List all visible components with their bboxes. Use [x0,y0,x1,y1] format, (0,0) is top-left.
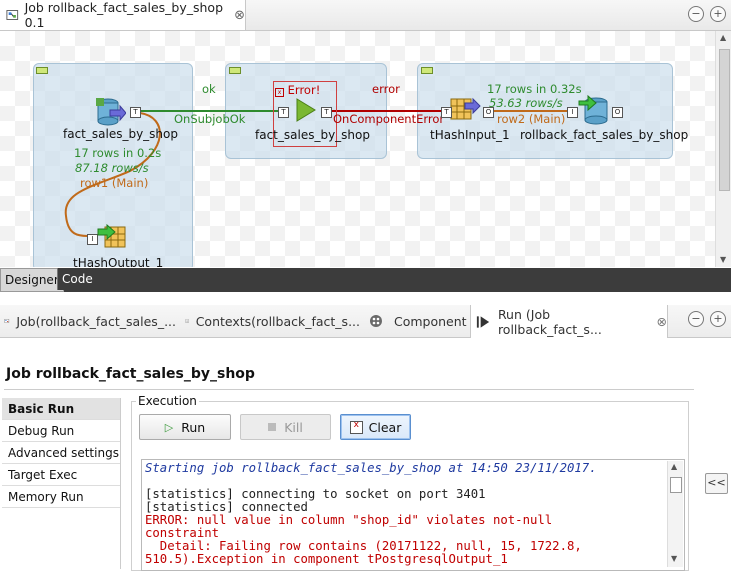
execution-group-label: Execution [136,394,199,408]
nav-advanced-settings[interactable]: Advanced settings [2,442,120,464]
row2-stats-rows: 17 rows in 0.32s [487,82,582,96]
scroll-down-icon[interactable]: ▼ [671,554,677,563]
tab-contexts[interactable]: Contexts(rollback_fact_s... [185,305,360,337]
error-icon: x [275,88,284,97]
editor-tab-job[interactable]: Job rollback_fact_sales_by_shop 0.1 ⊗ [0,0,246,30]
tab-job[interactable]: Job(rollback_fact_sales_... [4,305,176,337]
row1-link-label: row1 (Main) [80,176,149,190]
trigger-badge: T [278,107,289,118]
designer-canvas[interactable]: T fact_sales_by_shop x Error! T T fact_s… [0,31,715,267]
canvas-vertical-scrollbar[interactable]: ▲ ▼ [715,31,731,267]
play-icon: ▷ [164,420,174,434]
component-label-hash-output[interactable]: tHashOutput_1 [73,256,163,267]
row2-stats-rate: 53.63 rows/s [489,96,563,110]
tab-job-label: Job(rollback_fact_sales_... [16,313,176,329]
trigger-badge: T [130,107,141,118]
tab-designer[interactable]: Designer [0,268,64,292]
mode-tab-bar: Designer Code [0,268,731,292]
console-scrollbar[interactable]: ▲ ▼ [667,461,683,567]
row1-stats-rows: 17 rows in 0.2s [74,146,162,160]
tab-component-label: Component [394,313,467,329]
job-settings-icon [4,319,10,323]
tab-contexts-label: Contexts(rollback_fact_s... [195,313,360,329]
trigger-badge: T [441,107,452,118]
db-input-icon[interactable] [96,97,126,127]
run-panel-title: Job rollback_fact_sales_by_shop [6,366,255,382]
run-mode-nav: Basic Run Debug Run Advanced settings Ta… [2,398,121,569]
trigger-badge: T [321,107,332,118]
close-icon[interactable]: ⊗ [657,314,667,329]
run-icon [476,315,490,328]
minimize-icon[interactable]: − [688,6,704,22]
views-tab-bar: Job(rollback_fact_sales_... Contexts(rol… [0,305,731,338]
contexts-icon [185,319,189,323]
component-label-hash-input[interactable]: tHashInput_1 [430,128,510,142]
console-line: [statistics] connecting to socket on por… [145,487,486,501]
job-icon [6,10,19,20]
minimize-icon[interactable]: − [688,311,704,327]
nav-target-exec[interactable]: Target Exec [2,464,120,486]
nav-debug-run[interactable]: Debug Run [2,420,120,442]
console-line: Starting job rollback_fact_sales_by_shop… [145,461,597,475]
nav-memory-run[interactable]: Memory Run [2,486,120,508]
clear-button-label: Clear [368,419,402,435]
console-line: ERROR: null value in column "shop_id" vi… [145,513,553,527]
error-badge: x Error! [275,83,320,97]
error-link-label: error [372,82,400,96]
maximize-icon[interactable]: + [710,311,726,327]
component-label-target[interactable]: rollback_fact_sales_by_shop [520,128,688,142]
error-badge-text: Error! [287,83,321,97]
nav-basic-run[interactable]: Basic Run [2,398,120,420]
clear-button[interactable]: x Clear [340,414,411,440]
run-button[interactable]: ▷ Run [139,414,231,440]
ok-link-label: ok [202,82,216,96]
scroll-up-icon[interactable]: ▲ [720,33,726,42]
tab-component[interactable]: Component [367,305,467,337]
console-line: constraint [145,526,220,540]
console-line: [statistics] connected [145,500,308,514]
hash-output-icon[interactable] [97,224,129,250]
component-icon [370,315,382,327]
output-badge: O [612,107,623,118]
scrollbar-thumb[interactable] [670,477,682,493]
on-component-error-label: OnComponentError [333,112,445,126]
clear-console-icon: x [349,420,363,434]
stop-icon [268,423,277,431]
input-badge: I [567,107,578,118]
component-label-dbrow[interactable]: fact_sales_by_shop [255,128,370,142]
run-button-label: Run [181,419,206,435]
editor-tab-title: Job rollback_fact_sales_by_shop 0.1 [24,0,223,30]
tab-run-label: Run (Job rollback_fact_s... [497,306,602,337]
component-label-source[interactable]: fact_sales_by_shop [63,127,178,141]
play-arrow-icon[interactable] [295,97,317,123]
close-icon[interactable]: ⊗ [234,8,245,23]
row1-stats-rate: 87.18 rows/s [75,161,149,175]
kill-button-label: Kill [284,419,303,435]
console-output[interactable]: Starting job rollback_fact_sales_by_shop… [141,459,685,571]
scroll-up-icon[interactable]: ▲ [671,462,677,471]
tab-run[interactable]: Run (Job rollback_fact_s... ⊗ [470,305,668,338]
on-subjob-ok-label: OnSubjobOk [174,112,246,126]
db-output-icon[interactable] [578,93,612,127]
console-line: Detail: Failing row contains (20171122, … [145,539,582,553]
kill-button[interactable]: Kill [240,414,331,440]
editor-tab-bar: Job rollback_fact_sales_by_shop 0.1 ⊗ − … [0,0,731,31]
title-divider [4,389,694,390]
hash-input-icon[interactable] [449,97,481,123]
console-line: 510.5).Exception in component tPostgresq… [145,552,508,566]
collapse-panel-button[interactable]: << [705,473,728,494]
scroll-down-icon[interactable]: ▼ [720,255,726,264]
scrollbar-thumb[interactable] [719,49,730,191]
tab-code[interactable]: Code [57,268,97,290]
row2-link-label: row2 (Main) [497,112,566,126]
maximize-icon[interactable]: + [710,6,726,22]
